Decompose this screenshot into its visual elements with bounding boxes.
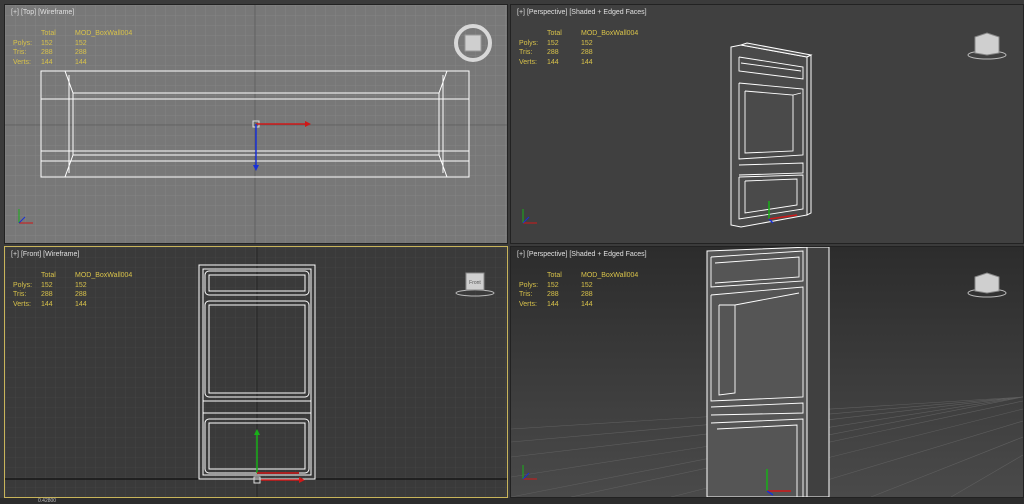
coordinate-readout: 0.42800 <box>38 498 57 504</box>
viewport-label-persp2[interactable]: [+] [Perspective] [Shaded + Edged Faces] <box>517 251 647 258</box>
viewport-view-menu[interactable]: [Front] <box>21 251 41 258</box>
viewport-shading-menu[interactable]: [Shaded + Edged Faces] <box>569 251 646 258</box>
viewport-shading-menu[interactable]: [Shaded + Edged Faces] <box>569 9 646 16</box>
persp1-axis-tripod <box>522 209 537 224</box>
viewcube-face-label: Front <box>469 280 481 286</box>
stats-panel: Total MOD_BoxWall004 Polys: 152 152 Tris: 28… <box>13 272 133 308</box>
status-bar: 0.42800 <box>0 498 1024 504</box>
viewport-view-menu[interactable]: [Perspective] <box>527 251 567 258</box>
viewport-shading-menu[interactable]: [Wireframe] <box>38 9 74 16</box>
viewport-menu-plus[interactable]: [+] <box>517 251 525 258</box>
viewport-view-menu[interactable]: [Perspective] <box>527 9 567 16</box>
viewport-menu-plus[interactable]: [+] <box>517 9 525 16</box>
viewcube-icon[interactable]: Front <box>453 269 497 297</box>
viewport-top[interactable]: [+] [Top] [Wireframe] Total MOD_BoxWall00… <box>4 4 508 244</box>
stats-panel: Total MOD_BoxWall004 Polys: 152 152 Tris: 28… <box>13 30 133 66</box>
viewport-menu-plus[interactable]: [+] <box>11 251 19 258</box>
viewport-perspective-1[interactable]: [+] [Perspective] [Shaded + Edged Faces]… <box>510 4 1024 244</box>
stats-panel: Total MOD_BoxWall004 Polys: 152 152 Tris: 28… <box>519 30 639 66</box>
viewport-shading-menu[interactable]: [Wireframe] <box>43 251 79 258</box>
persp2-wall-model <box>706 247 830 497</box>
viewport-front[interactable]: [+] [Front] [Wireframe] Total MOD_BoxWall… <box>4 246 508 498</box>
viewcube-icon[interactable] <box>965 267 1009 299</box>
viewcube-compass-icon[interactable] <box>453 23 493 63</box>
viewport-menu-plus[interactable]: [+] <box>11 9 19 16</box>
viewport-label-top[interactable]: [+] [Top] [Wireframe] <box>11 9 74 16</box>
viewport-label-persp1[interactable]: [+] [Perspective] [Shaded + Edged Faces] <box>517 9 647 16</box>
viewport-label-front[interactable]: [+] [Front] [Wireframe] <box>11 251 79 258</box>
viewcube-icon[interactable] <box>965 25 1009 61</box>
viewport-view-menu[interactable]: [Top] <box>21 9 36 16</box>
viewport-perspective-2[interactable]: [+] [Perspective] [Shaded + Edged Faces]… <box>510 246 1024 498</box>
stats-panel: Total MOD_BoxWall004 Polys: 152 152 Tris: 28… <box>519 272 639 308</box>
